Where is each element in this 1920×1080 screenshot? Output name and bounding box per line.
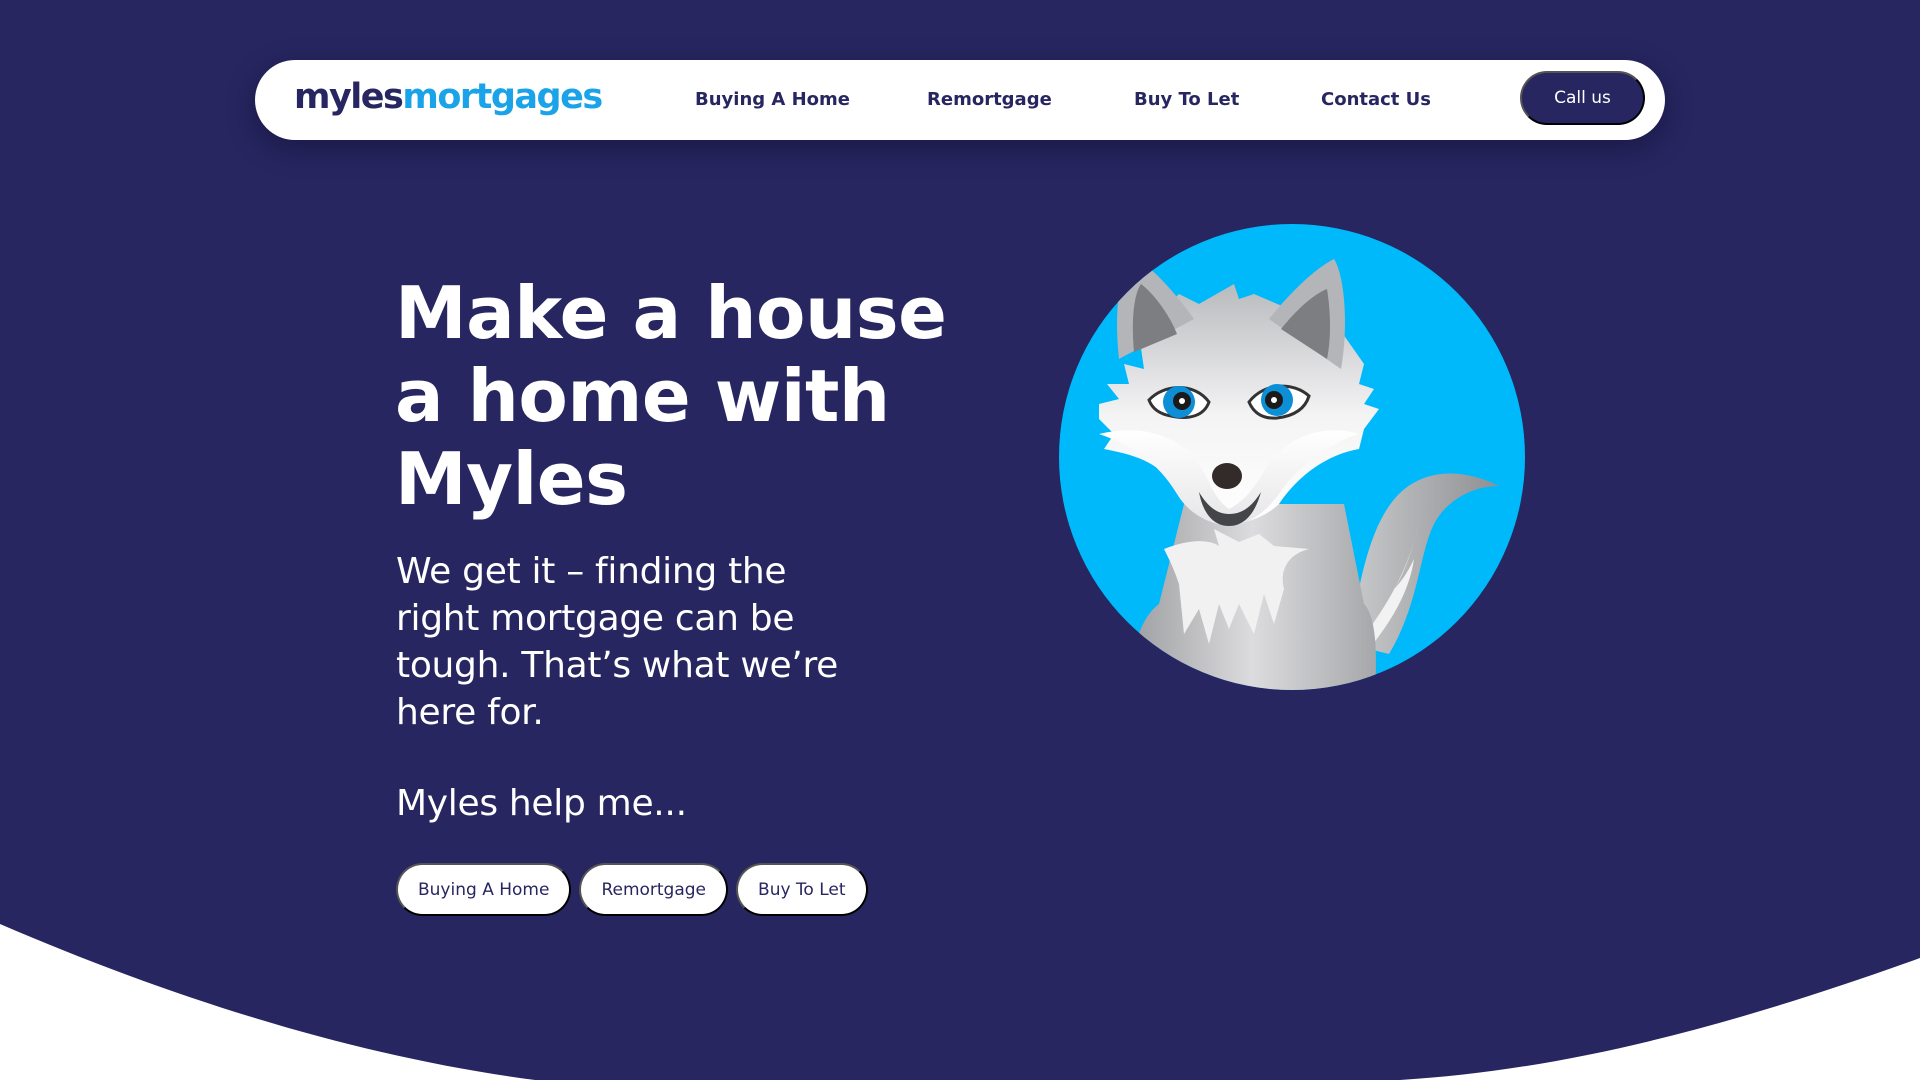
subtext-line: right mortgage can be	[396, 598, 795, 639]
help-me-label: Myles help me...	[396, 783, 687, 824]
subtext-line: tough. That’s what we’re	[396, 645, 839, 686]
logo-text-mortgages: mortgages	[402, 77, 603, 117]
fox-nose	[1212, 463, 1242, 489]
fox-mascot-icon	[1059, 224, 1525, 690]
headline-line: a home with	[395, 354, 890, 438]
headline-line: Make a house	[395, 271, 947, 355]
nav-link-remortgage[interactable]: Remortgage	[927, 88, 1052, 112]
subtext-line: We get it – finding the	[396, 551, 787, 592]
hero-background	[0, 0, 1920, 1080]
fox-illustration	[1059, 224, 1525, 690]
hero-headline: Make a house a home with Myles	[395, 272, 975, 521]
nav-link-buying-a-home[interactable]: Buying A Home	[695, 88, 850, 112]
quick-link-buying-a-home[interactable]: Buying A Home	[396, 863, 572, 916]
headline-line: Myles	[395, 437, 628, 521]
nav-link-contact-us[interactable]: Contact Us	[1321, 88, 1431, 112]
top-navigation: mylesmortgages Buying A Home Remortgage …	[255, 60, 1665, 140]
logo-text-myles: myles	[294, 77, 404, 117]
logo[interactable]: mylesmortgages	[294, 72, 603, 122]
nav-link-buy-to-let[interactable]: Buy To Let	[1134, 88, 1239, 112]
call-us-button[interactable]: Call us	[1520, 71, 1645, 125]
quick-link-buy-to-let[interactable]: Buy To Let	[736, 863, 868, 916]
hero-curve-shape	[0, 0, 1920, 1080]
hero-subtext: We get it – finding the right mortgage c…	[396, 548, 916, 736]
quick-link-remortgage[interactable]: Remortgage	[579, 863, 729, 916]
quick-link-group: Buying A Home Remortgage Buy To Let	[396, 863, 868, 916]
subtext-line: here for.	[396, 692, 544, 733]
